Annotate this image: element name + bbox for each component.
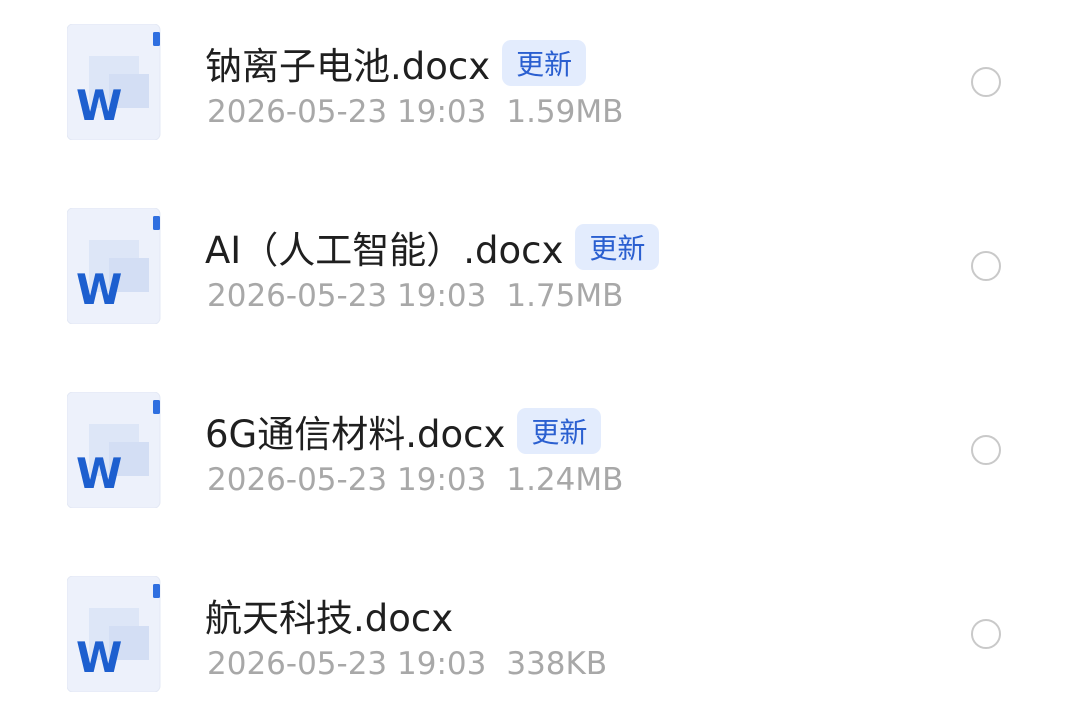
file-date: 2026-05-23 19:03 <box>207 278 487 314</box>
file-date: 2026-05-23 19:03 <box>207 462 487 498</box>
file-size: 1.24MB <box>506 462 624 498</box>
word-doc-icon: W <box>67 208 163 324</box>
file-row[interactable]: W 6G通信材料.docx 更新 2026-05-23 19:03 1.24MB <box>0 368 1080 518</box>
word-letter: W <box>76 265 122 314</box>
file-meta: 2026-05-23 19:03 1.59MB <box>207 94 623 130</box>
file-list: W 钠离子电池.docx 更新 2026-05-23 19:03 1.59MB W… <box>0 0 1080 715</box>
file-row[interactable]: W 钠离子电池.docx 更新 2026-05-23 19:03 1.59MB <box>0 0 1080 150</box>
file-meta: 2026-05-23 19:03 1.75MB <box>207 278 623 314</box>
select-radio[interactable] <box>971 435 1001 465</box>
file-meta: 2026-05-23 19:03 338KB <box>207 646 607 682</box>
file-date: 2026-05-23 19:03 <box>207 94 487 130</box>
word-letter: W <box>76 449 122 498</box>
file-name[interactable]: AI（人工智能）.docx <box>205 220 563 274</box>
file-date: 2026-05-23 19:03 <box>207 646 487 682</box>
file-size: 1.59MB <box>506 94 624 130</box>
file-meta: 2026-05-23 19:03 1.24MB <box>207 462 623 498</box>
file-size: 338KB <box>506 646 608 682</box>
select-radio[interactable] <box>971 619 1001 649</box>
file-name-line: AI（人工智能）.docx 更新 <box>205 224 660 272</box>
word-letter: W <box>76 633 122 682</box>
file-size: 1.75MB <box>506 278 624 314</box>
update-badge: 更新 <box>575 224 660 270</box>
file-name[interactable]: 6G通信材料.docx <box>205 404 505 458</box>
file-name-line: 航天科技.docx <box>205 592 453 640</box>
word-doc-icon: W <box>67 24 163 140</box>
word-doc-icon: W <box>67 576 163 692</box>
file-row[interactable]: W 航天科技.docx 2026-05-23 19:03 338KB <box>0 552 1080 702</box>
file-name[interactable]: 钠离子电池.docx <box>205 36 490 90</box>
word-doc-icon: W <box>67 392 163 508</box>
file-row[interactable]: W AI（人工智能）.docx 更新 2026-05-23 19:03 1.75M… <box>0 184 1080 334</box>
file-name[interactable]: 航天科技.docx <box>205 588 453 642</box>
update-badge: 更新 <box>517 408 602 454</box>
select-radio[interactable] <box>971 67 1001 97</box>
select-radio[interactable] <box>971 251 1001 281</box>
file-name-line: 钠离子电池.docx 更新 <box>205 40 587 88</box>
file-name-line: 6G通信材料.docx 更新 <box>205 408 602 456</box>
update-badge: 更新 <box>502 40 587 86</box>
word-letter: W <box>76 81 122 130</box>
